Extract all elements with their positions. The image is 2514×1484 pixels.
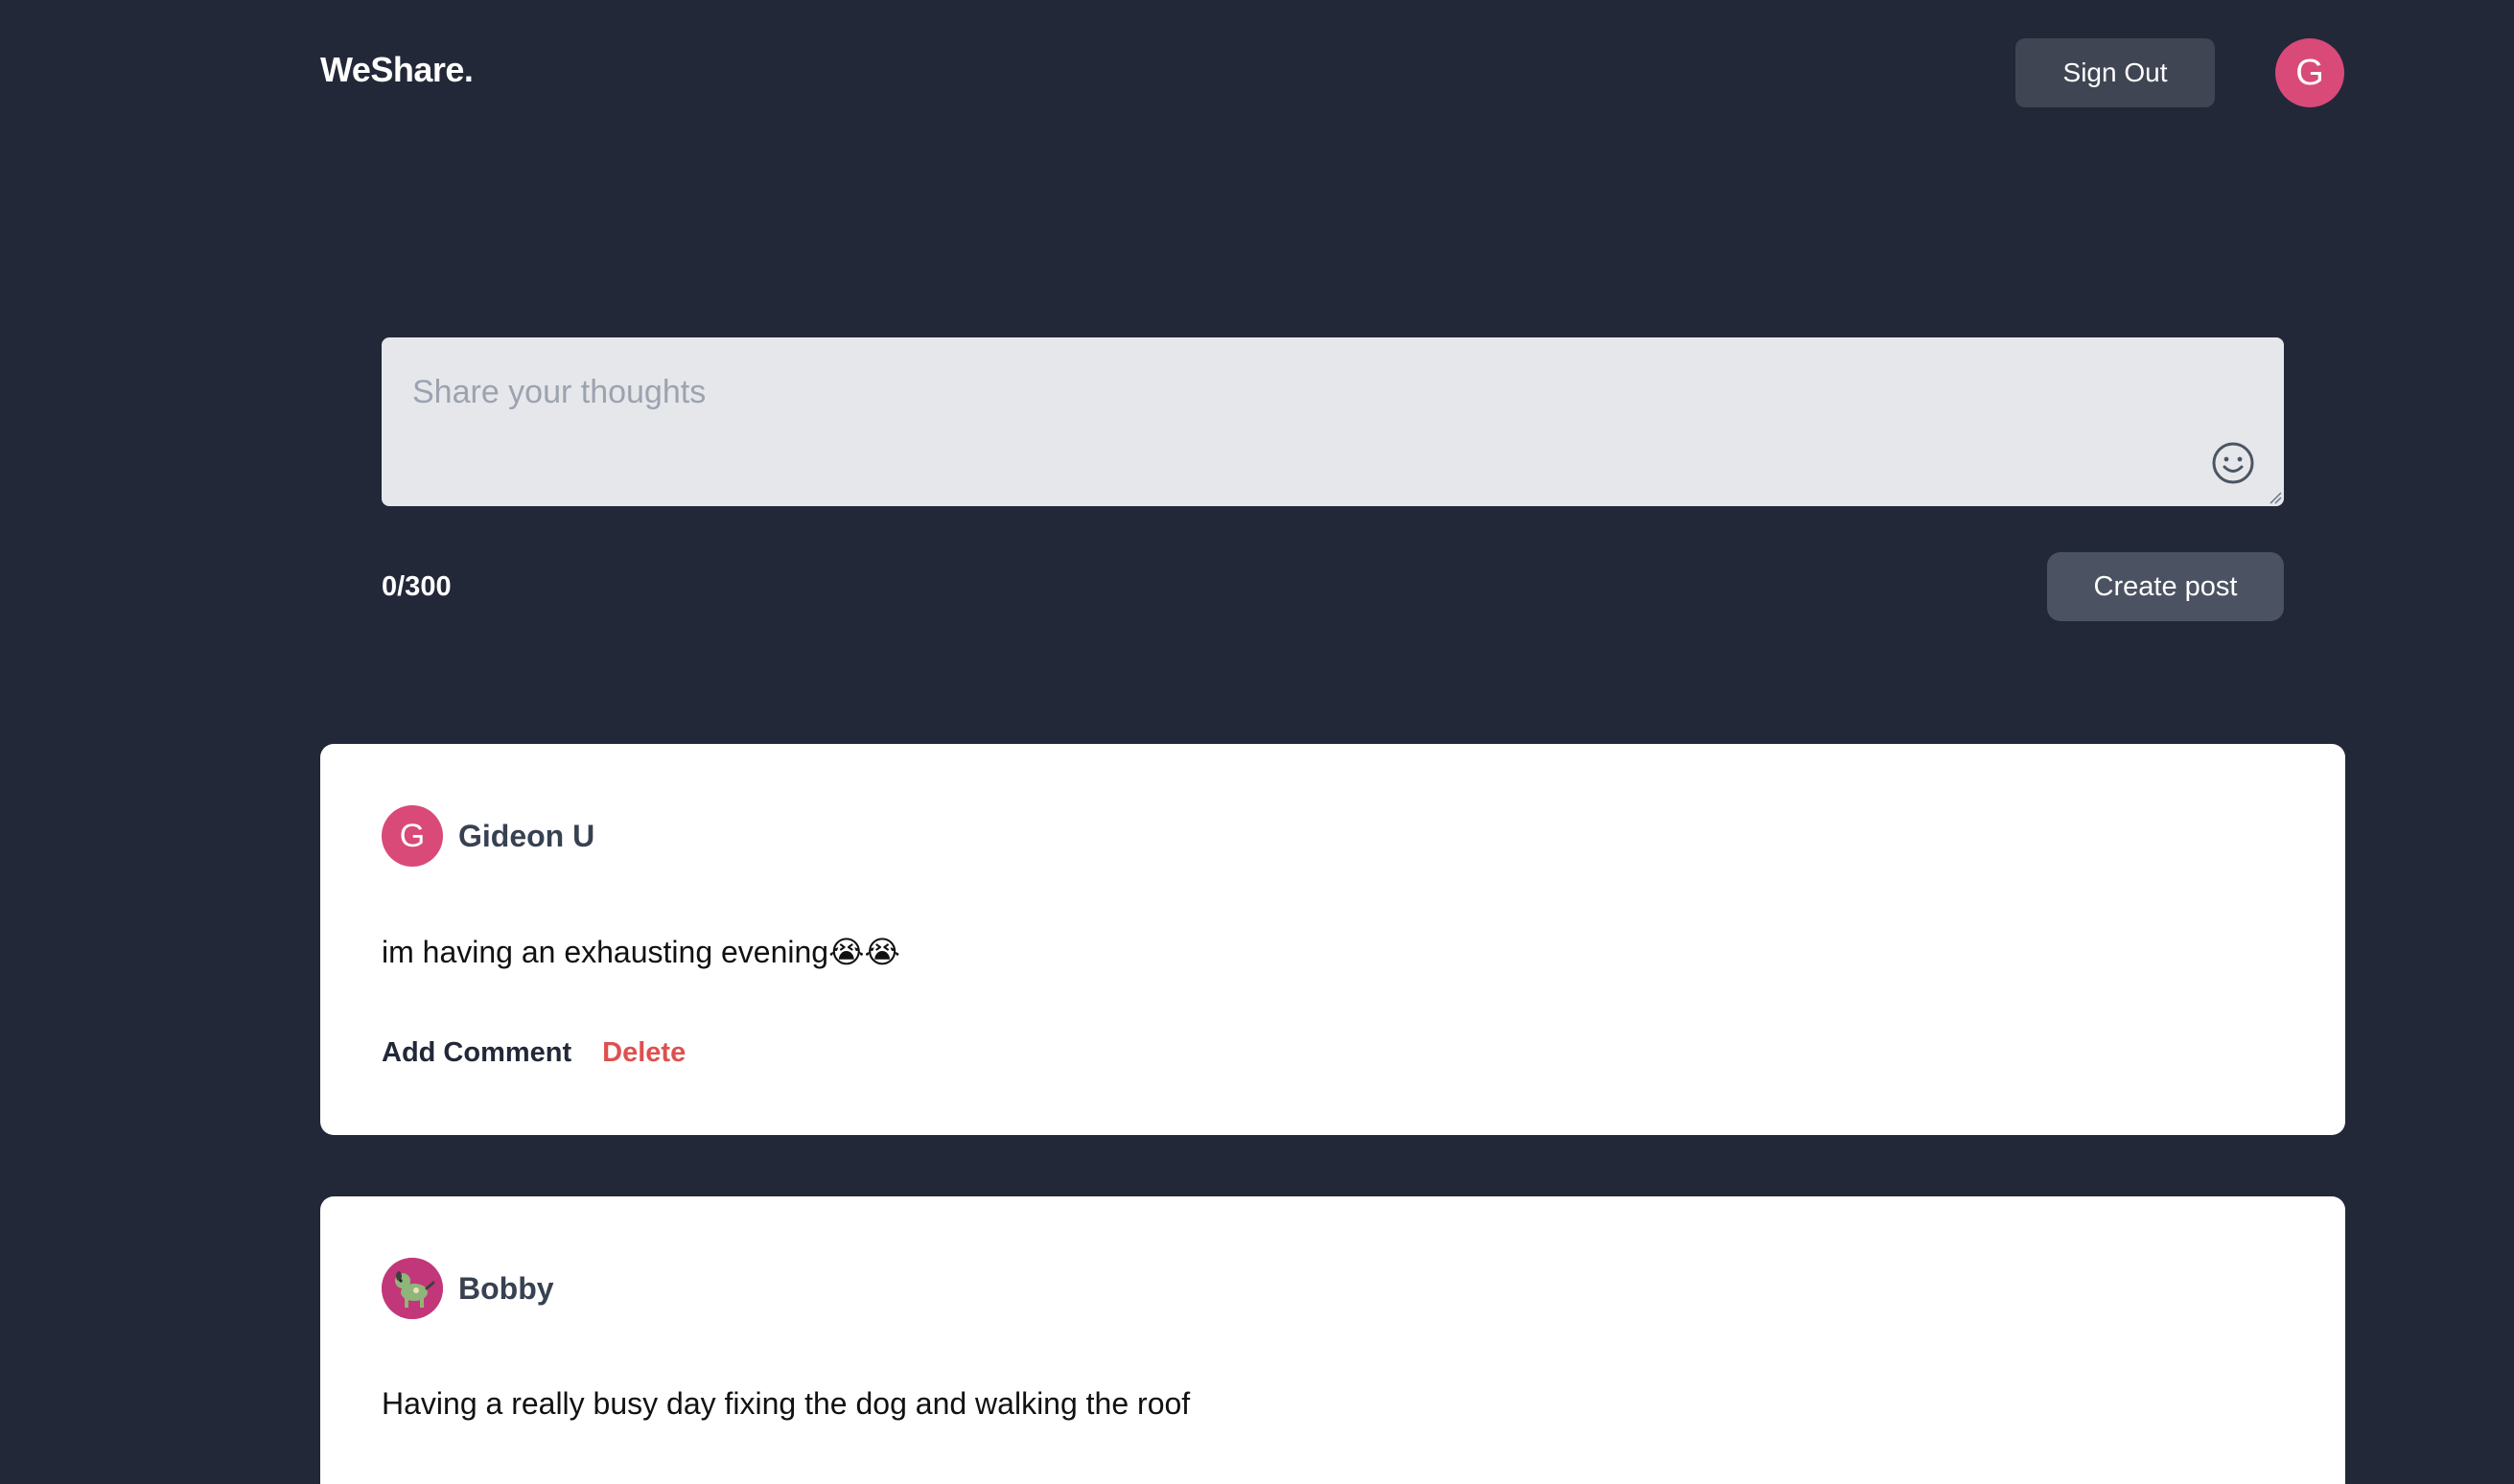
post-body: Having a really busy day fixing the dog …	[382, 1386, 1191, 1421]
character-counter: 0/300	[382, 571, 452, 602]
resize-grip-icon[interactable]	[2269, 491, 2282, 504]
post-card: Bobby Having a really busy day fixing th…	[320, 1196, 2345, 1484]
app-root: WeShare. Sign Out G 0/300 Create post G …	[0, 0, 2514, 1484]
dog-avatar-icon[interactable]	[382, 1258, 443, 1319]
add-comment-button[interactable]: Add Comment	[382, 1037, 571, 1069]
post-author: G Gideon U	[382, 805, 594, 867]
author-name[interactable]: Bobby	[458, 1271, 554, 1307]
post-input[interactable]	[382, 337, 2284, 506]
post-body: im having an exhausting evening😭😭	[382, 935, 900, 969]
brand-logo[interactable]: WeShare.	[320, 50, 474, 90]
sign-out-button[interactable]: Sign Out	[2015, 38, 2215, 107]
author-avatar[interactable]: G	[382, 805, 443, 867]
post-composer	[382, 337, 2284, 506]
create-post-button[interactable]: Create post	[2047, 552, 2284, 621]
post-author: Bobby	[382, 1258, 554, 1319]
smiley-face-icon[interactable]	[2211, 441, 2255, 485]
post-actions: Add Comment Delete	[382, 1037, 686, 1069]
author-name[interactable]: Gideon U	[458, 819, 594, 854]
delete-post-button[interactable]: Delete	[602, 1037, 686, 1069]
post-card: G Gideon U im having an exhausting eveni…	[320, 744, 2345, 1135]
user-avatar[interactable]: G	[2275, 38, 2344, 107]
